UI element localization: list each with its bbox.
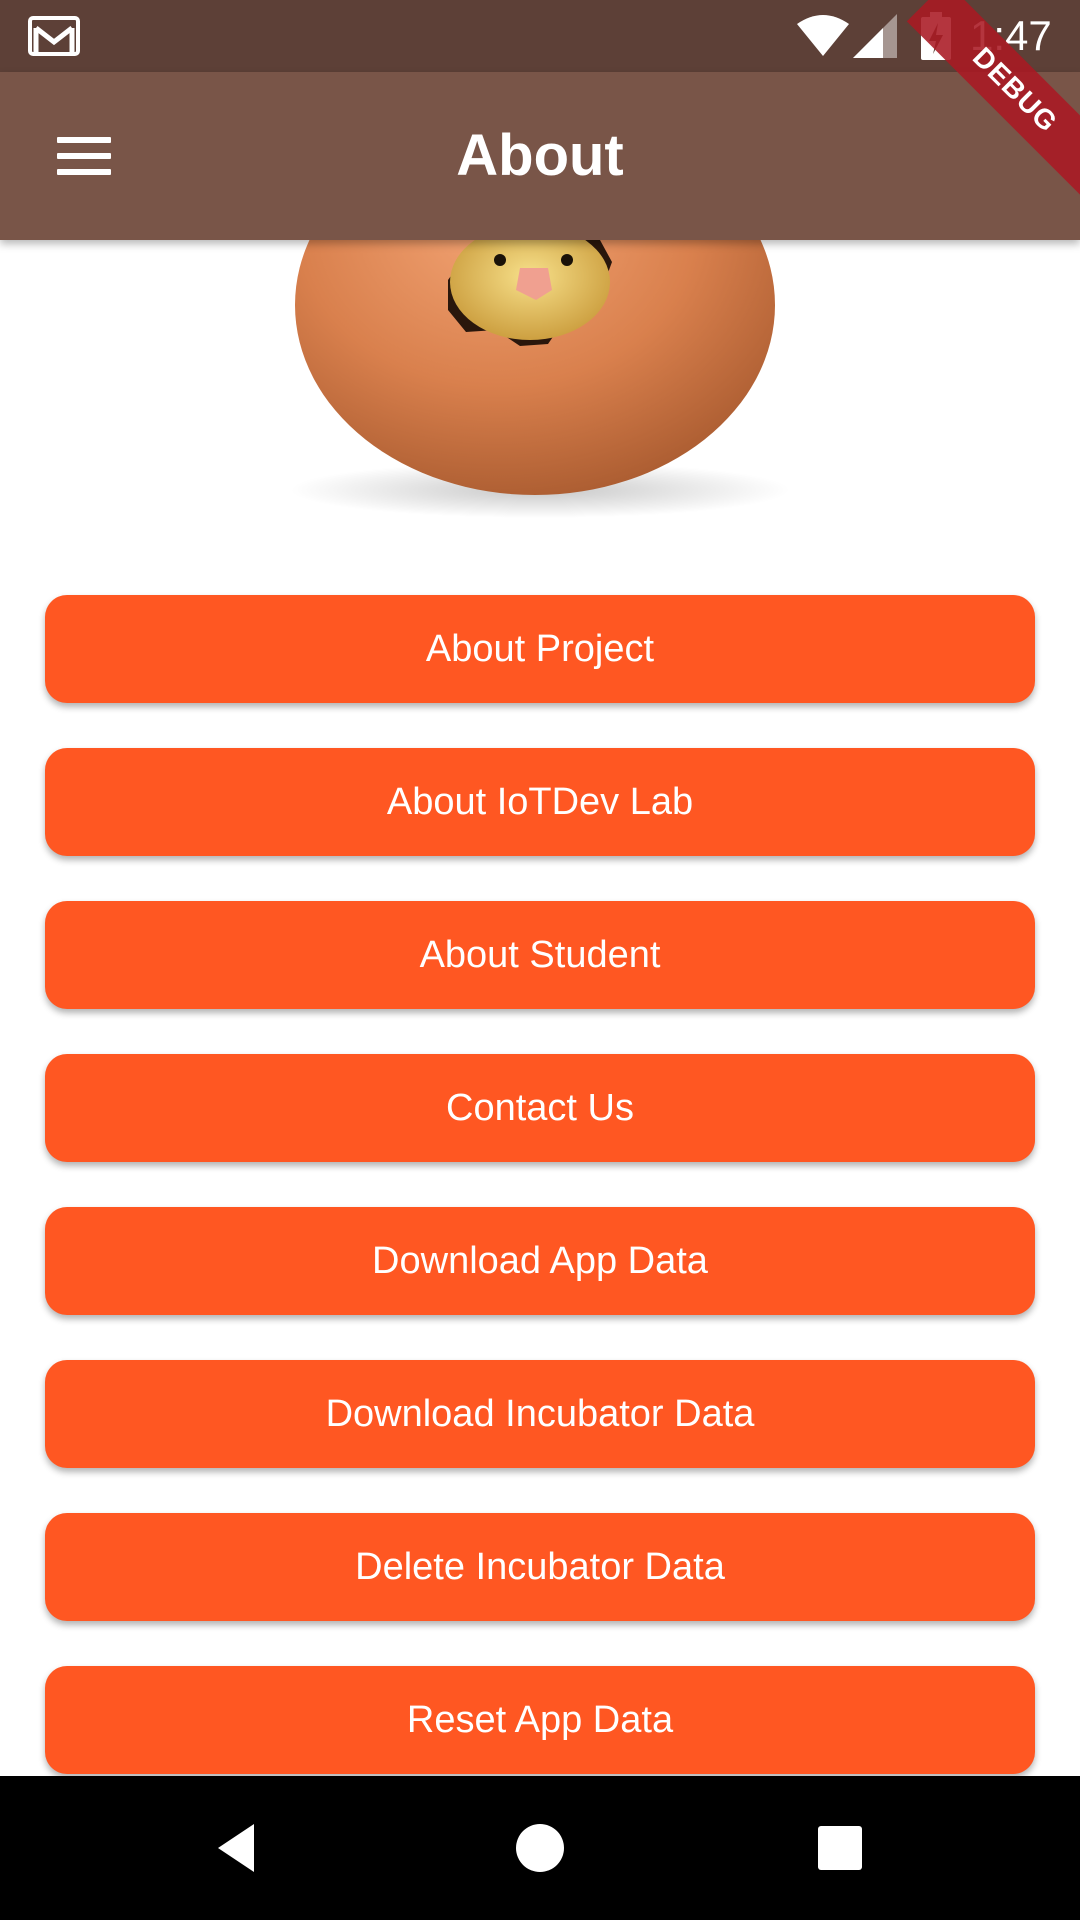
- status-bar: 1:47: [0, 0, 1080, 72]
- gmail-icon: [28, 16, 80, 56]
- cell-signal-icon: [853, 14, 897, 58]
- about-student-button[interactable]: About Student: [45, 901, 1035, 1009]
- reset-app-data-button[interactable]: Reset App Data: [45, 1666, 1035, 1774]
- wifi-icon: [797, 15, 849, 56]
- delete-incubator-data-button[interactable]: Delete Incubator Data: [45, 1513, 1035, 1621]
- battery-charging-icon: [921, 12, 951, 60]
- about-iotdev-lab-button[interactable]: About IoTDev Lab: [45, 748, 1035, 856]
- hero-image: [0, 240, 1080, 570]
- app-bar: About: [0, 72, 1080, 240]
- download-app-data-button[interactable]: Download App Data: [45, 1207, 1035, 1315]
- page-title: About: [456, 123, 624, 188]
- recents-button[interactable]: [760, 1776, 920, 1920]
- egg-chick-illustration: [290, 240, 790, 518]
- status-time: 1:47: [970, 12, 1052, 59]
- about-project-button[interactable]: About Project: [45, 595, 1035, 703]
- home-button[interactable]: [460, 1776, 620, 1920]
- recents-icon: [818, 1826, 862, 1870]
- contact-us-button[interactable]: Contact Us: [45, 1054, 1035, 1162]
- system-nav-bar: [0, 1776, 1080, 1920]
- home-icon: [516, 1824, 564, 1872]
- download-incubator-data-button[interactable]: Download Incubator Data: [45, 1360, 1035, 1468]
- back-icon: [218, 1824, 254, 1872]
- back-button[interactable]: [160, 1776, 320, 1920]
- hamburger-menu-icon[interactable]: [40, 122, 128, 190]
